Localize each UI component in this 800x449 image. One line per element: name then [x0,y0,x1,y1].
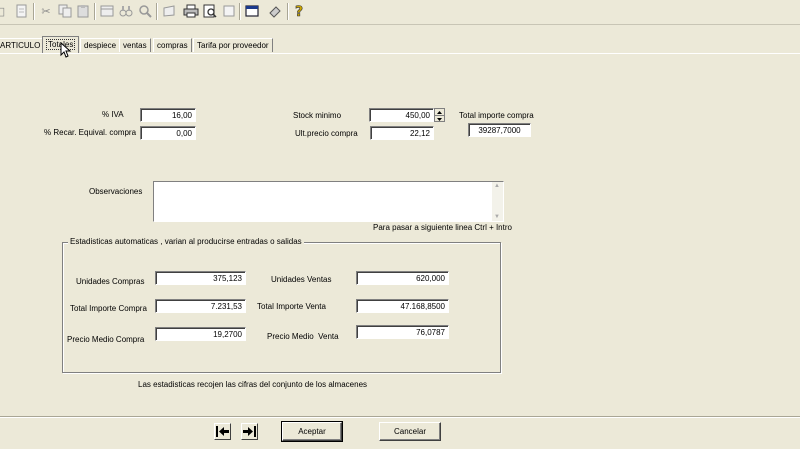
total-importe-compra-field[interactable]: 7.231,53 [155,299,246,313]
spin-up-icon[interactable] [435,109,444,116]
ult-precio-label: Ult.precio compra [295,129,358,138]
precio-medio-compra-label: Precio Medio Compra [67,335,145,344]
report-preview-icon[interactable] [201,2,219,20]
tab-ventas[interactable]: ventas [119,38,151,52]
arrow-right-icon [243,426,256,437]
print-icon[interactable] [182,2,200,20]
iva-field[interactable]: 16,00 [140,108,196,122]
svg-text:?: ? [295,4,303,19]
paste-icon[interactable] [74,2,92,20]
page-icon[interactable] [220,2,238,20]
stock-minimo-label: Stock minimo [293,111,342,120]
stats-footnote: Las estadisticas recojen las cifras del … [138,380,368,389]
scroll-down-icon[interactable]: ▼ [494,214,500,220]
binoculars-icon[interactable] [117,2,135,20]
arrow-left-icon [216,426,229,437]
eraser-icon[interactable] [266,2,284,20]
ult-precio-field[interactable]: 22,12 [370,126,434,140]
total-importe-venta-label: Total Importe Venta [257,302,326,311]
unidades-compras-field[interactable]: 375,123 [155,271,246,285]
next-record-button[interactable] [241,423,258,440]
mouse-cursor-icon [60,42,72,58]
help-icon[interactable]: ? [291,2,309,20]
note-icon[interactable] [160,2,178,20]
precio-medio-compra-field[interactable]: 19,2700 [155,327,246,341]
stock-minimo-spinner[interactable] [434,108,445,122]
tab-despiece[interactable]: despiece [80,38,121,52]
window-icon[interactable] [243,2,261,20]
tab-tarifa-proveedor[interactable]: Tarifa por proveedor [193,38,273,52]
observaciones-scrollbar[interactable]: ▲ ▼ [492,182,503,221]
previous-record-button[interactable] [214,423,231,440]
total-importe-venta-field[interactable]: 47.168,8500 [356,299,449,313]
total-importe-label: Total importe compra [459,111,534,120]
tab-compras[interactable]: compras [153,38,192,52]
copy-icon[interactable] [56,2,74,20]
precio-medio-venta-field[interactable]: 76,0787 [356,325,449,339]
recargo-label: % Recar. Equival. compra [44,128,137,137]
iva-label: % IVA [102,110,124,119]
stats-group-title: Estadisticas automaticas , varian al pro… [68,237,304,246]
print-preview-icon[interactable] [98,2,116,20]
observaciones-hint: Para pasar a siguiente linea Ctrl + Intr… [373,223,512,232]
total-importe-compra-label: Total Importe Compra [70,304,147,313]
observaciones-textarea[interactable]: ▲ ▼ [153,181,504,222]
tab-articulo[interactable]: ARTICULO [0,38,45,52]
precio-medio-venta-label: Precio Medio Venta [267,332,339,341]
stock-minimo-field[interactable]: 450,00 [369,108,434,122]
observaciones-label: Observaciones [89,187,143,196]
total-importe-field[interactable]: 39287,7000 [468,123,531,137]
recargo-field[interactable]: 0,00 [140,126,196,140]
scroll-up-icon[interactable]: ▲ [494,183,500,189]
cancel-button[interactable]: Cancelar [379,422,441,441]
spin-down-icon[interactable] [435,116,444,122]
unidades-compras-label: Unidades Compras [76,277,145,286]
toolbar: ◧ ✂ ? [0,0,800,25]
cut-icon[interactable]: ✂ [37,2,55,20]
search-icon[interactable] [136,2,154,20]
toolbar-edge-icon[interactable]: ◧ [0,2,9,20]
unidades-ventas-label: Unidades Ventas [271,275,332,284]
new-record-icon[interactable] [12,2,30,20]
unidades-ventas-field[interactable]: 620,000 [356,271,449,285]
accept-button[interactable]: Aceptar [281,421,343,442]
